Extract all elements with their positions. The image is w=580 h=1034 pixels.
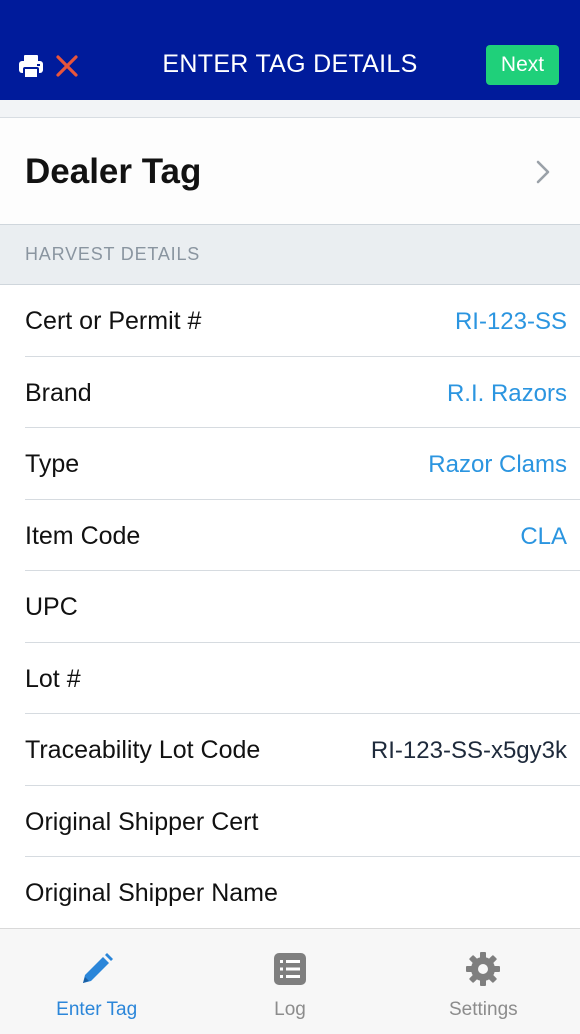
field-row-original-shipper-name[interactable]: Original Shipper Name [25, 857, 580, 928]
field-label: UPC [25, 593, 78, 621]
list-icon [273, 953, 306, 985]
tab-log[interactable]: Log [193, 929, 386, 1034]
field-value[interactable]: CLA [520, 523, 567, 551]
app-header: ENTER TAG DETAILS Next [0, 0, 580, 100]
field-row-lot[interactable]: Lot # [25, 643, 580, 714]
tab-label: Settings [448, 999, 518, 1020]
tab-label: Log [274, 999, 306, 1020]
field-row-traceability-lot-code[interactable]: Traceability Lot Code RI-123-SS-x5gy3k [25, 714, 580, 786]
field-value[interactable]: Razor Clams [428, 451, 567, 479]
field-row-type[interactable]: Type Razor Clams [25, 428, 580, 500]
field-label: Brand [25, 378, 92, 407]
field-label: Lot # [25, 664, 81, 693]
field-row-cert-permit[interactable]: Cert or Permit # RI-123-SS [25, 285, 580, 357]
next-button[interactable]: Next [486, 45, 559, 85]
section-header-harvest-details: HARVEST DETAILS [0, 225, 580, 285]
field-label: Cert or Permit # [25, 307, 202, 335]
field-row-brand[interactable]: Brand R.I. Razors [25, 357, 580, 428]
field-label: Original Shipper Name [25, 879, 278, 907]
field-value[interactable]: RI-123-SS [455, 308, 567, 336]
field-row-upc[interactable]: UPC [25, 571, 580, 643]
field-label: Original Shipper Cert [25, 807, 259, 836]
dealer-tag-row[interactable]: Dealer Tag [0, 118, 580, 225]
chevron-right-icon [536, 160, 550, 184]
field-label: Type [25, 450, 80, 478]
tab-settings[interactable]: Settings [387, 929, 580, 1034]
field-value[interactable]: RI-123-SS-x5gy3k [371, 737, 567, 765]
field-label: Traceability Lot Code [25, 736, 261, 764]
tab-label: Enter Tag [56, 999, 138, 1020]
gear-icon [466, 952, 501, 986]
field-row-item-code[interactable]: Item Code CLA [25, 500, 580, 571]
field-label: Item Code [25, 521, 141, 550]
pencil-icon [82, 953, 113, 983]
top-spacer [0, 100, 580, 118]
dealer-tag-label: Dealer Tag [25, 152, 202, 191]
bottom-tab-bar: Enter Tag Log Settings [0, 928, 580, 1034]
tab-enter-tag[interactable]: Enter Tag [0, 929, 193, 1034]
field-row-original-shipper-cert[interactable]: Original Shipper Cert [25, 786, 580, 857]
field-value[interactable]: R.I. Razors [447, 380, 567, 408]
form-content[interactable]: Dealer Tag HARVEST DETAILS Cert or Permi… [0, 100, 580, 928]
